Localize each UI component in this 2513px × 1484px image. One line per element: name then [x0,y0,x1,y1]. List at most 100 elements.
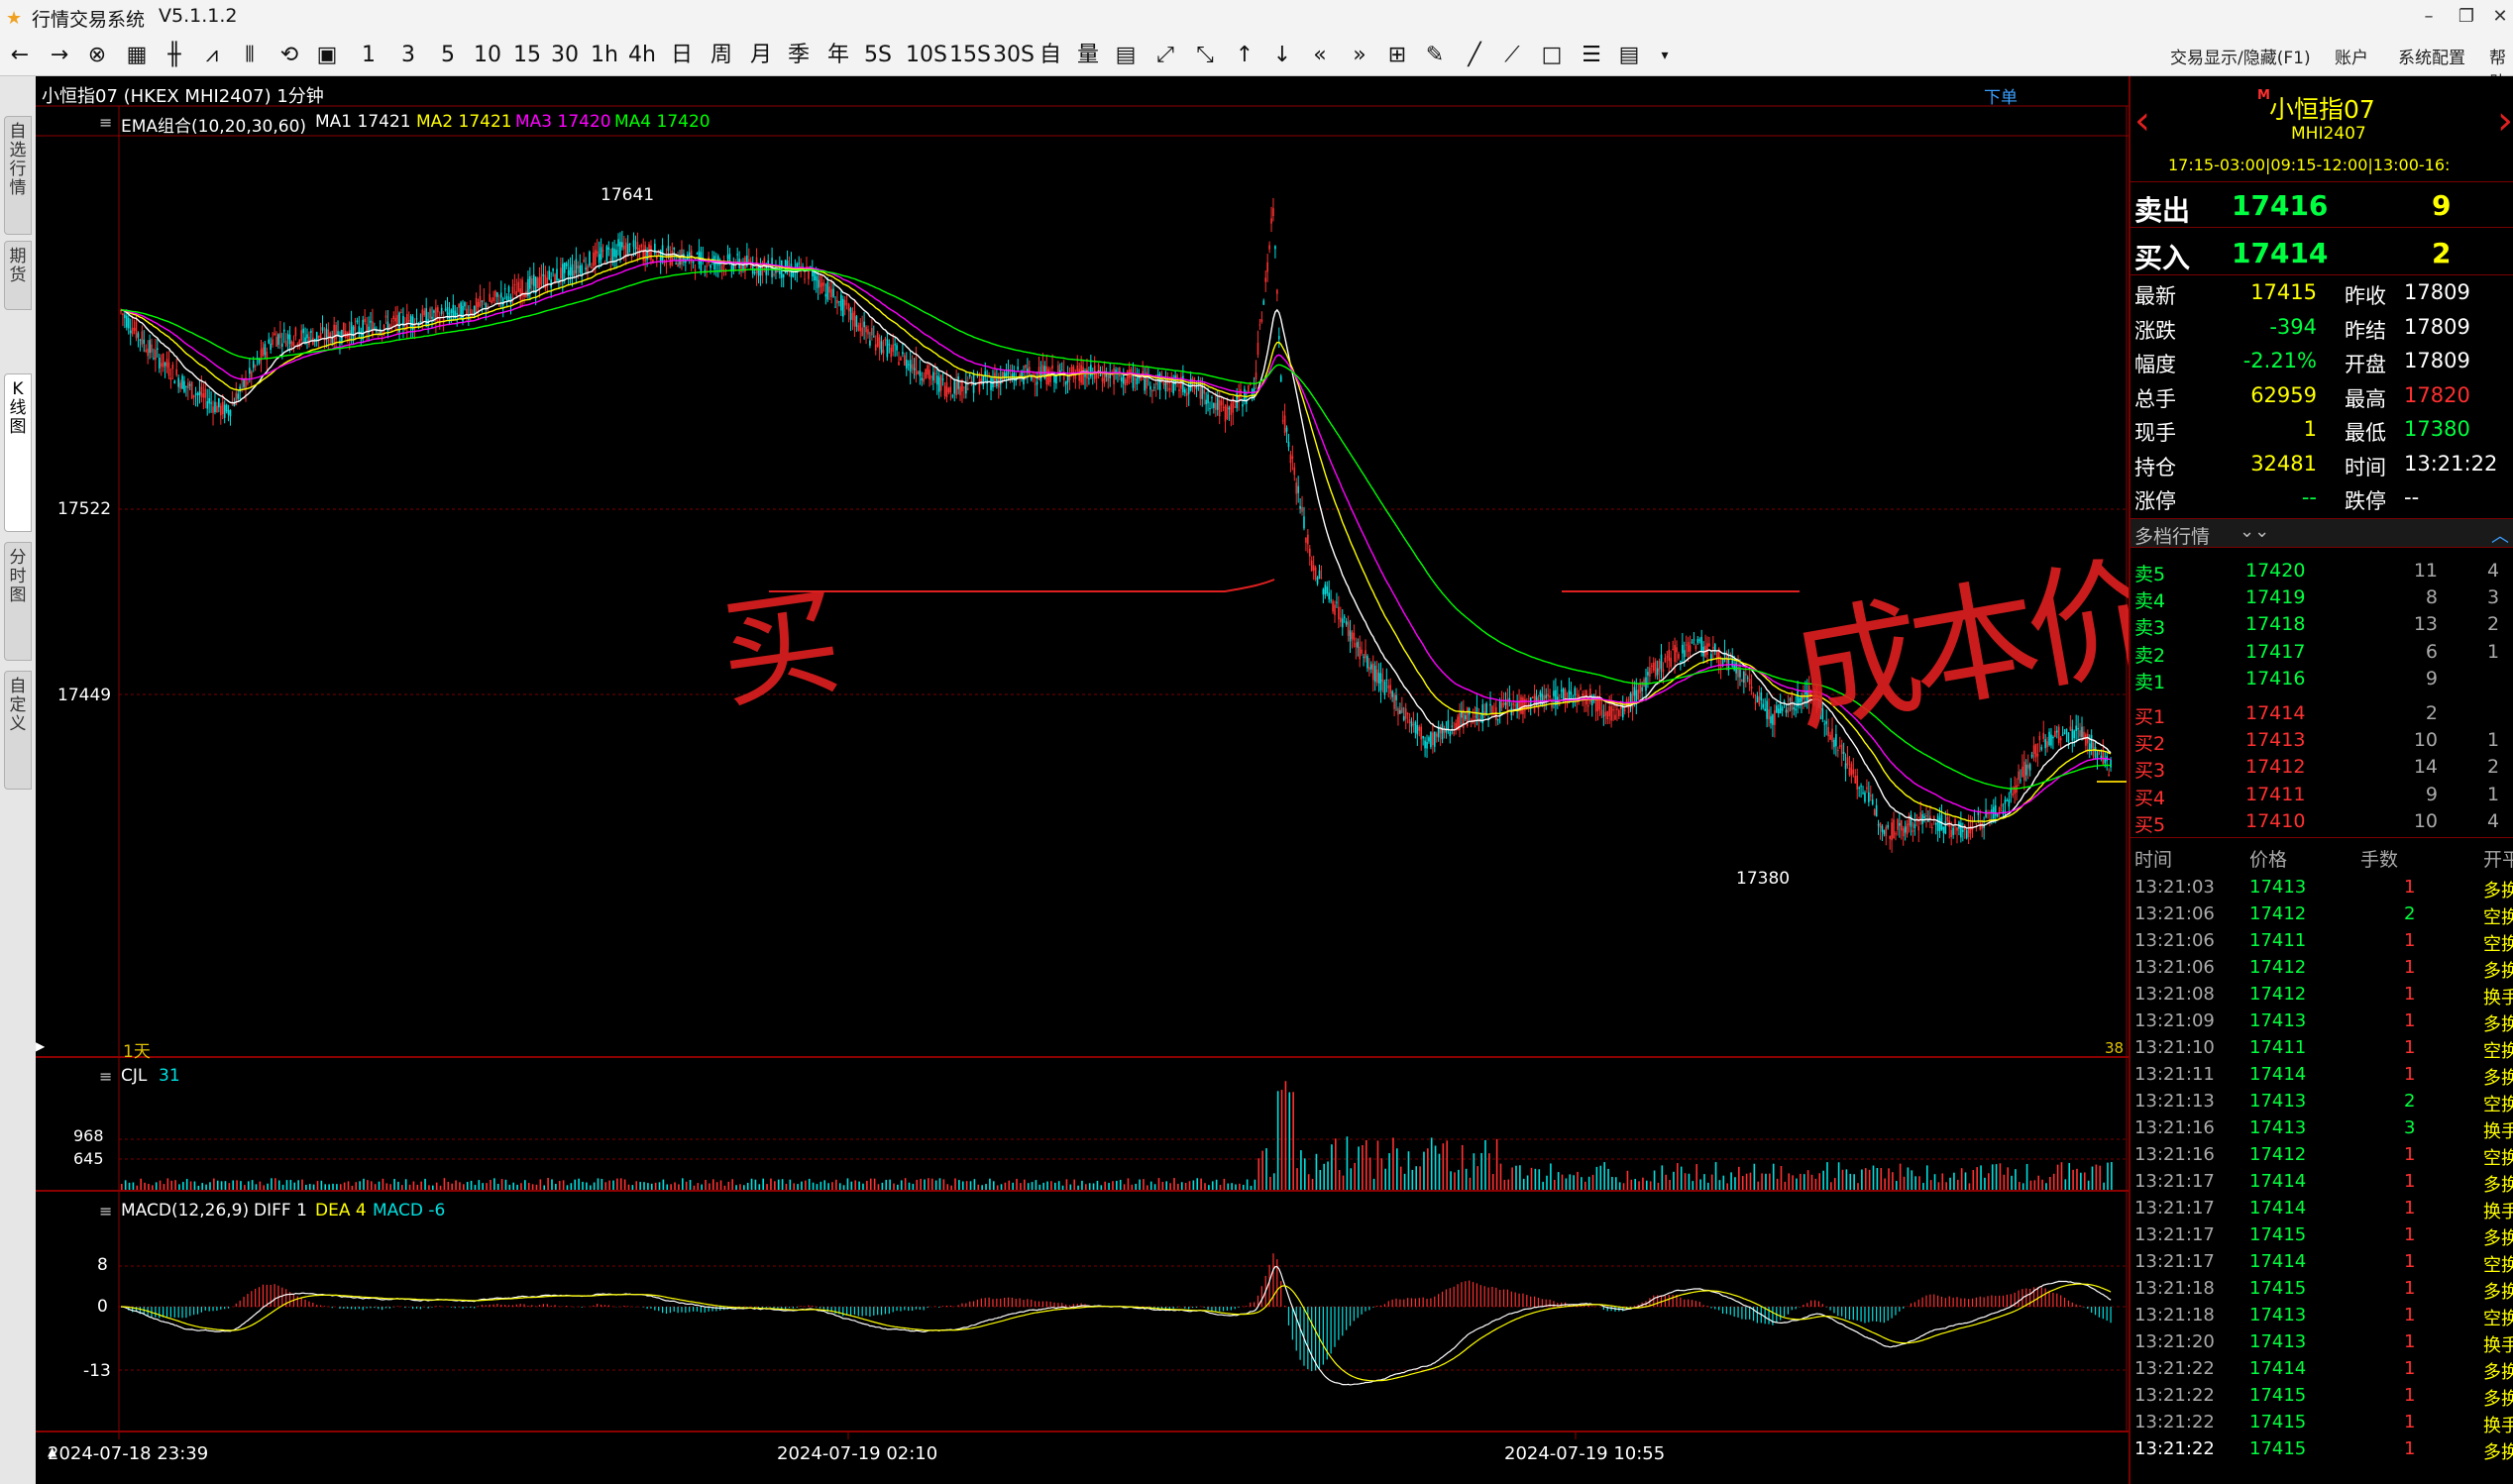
line-chart-icon[interactable]: ⩘ [200,40,224,71]
candle-body [1643,679,1645,688]
quote-icon[interactable]: ⊗ [85,40,109,71]
volume-bar [1430,1137,1433,1190]
candle-body [617,239,619,247]
macd-menu-icon[interactable]: ≡ [99,1202,112,1220]
cjl-label: CJL [121,1066,148,1086]
minimize-icon[interactable]: – [2414,3,2444,31]
depth-collapse-icon[interactable]: ⌄⌄ [2240,521,2269,542]
sell-price[interactable]: 17416 [2232,189,2328,222]
depth-price[interactable]: 17414 [2245,702,2305,724]
indicator-volume[interactable]: 量 [1076,40,1100,71]
more-dropdown-icon[interactable]: ▾ [1653,40,1677,71]
period-1m[interactable]: 1 [357,40,381,71]
candle-body [327,329,330,343]
arrow-up-icon[interactable]: ↑ [1233,40,1256,71]
period-day[interactable]: 日 [670,40,694,71]
period-30m[interactable]: 30 [551,40,579,71]
candle-body [1299,505,1301,509]
period-10s[interactable]: 10S [906,40,947,71]
period-15s[interactable]: 15S [949,40,991,71]
scroll-right-icon[interactable]: » [1348,40,1371,71]
toggle-trade-button[interactable]: 交易显示/隐藏(F1) [2170,44,2311,68]
candle-body [671,251,674,265]
tab-custom[interactable]: 自定义 [4,671,32,790]
system-config-button[interactable]: 系统配置 [2398,44,2465,68]
depth-price[interactable]: 17416 [2245,668,2305,689]
restore-icon[interactable]: ❐ [2452,3,2481,31]
period-4h[interactable]: 4h [628,40,656,71]
account-button[interactable]: 账户 [2335,44,2368,68]
period-15m[interactable]: 15 [513,40,541,71]
tab-watchlist[interactable]: 自选行情 [4,116,32,235]
period-month[interactable]: 月 [749,40,773,71]
candlestick-icon[interactable]: ╫ [163,40,186,71]
depth-price[interactable]: 17417 [2245,641,2305,663]
depth-toggle-icon[interactable]: ︿ [2491,522,2509,548]
volume-bar [2080,1172,2082,1190]
depth-price[interactable]: 17412 [2245,756,2305,778]
depth-header[interactable]: 多档行情 ⌄⌄ ︿ [2131,518,2513,548]
settings-icon[interactable]: ▤ [1617,40,1641,71]
period-quarter[interactable]: 季 [787,40,811,71]
candle-body [1612,708,1614,711]
vol-menu-icon[interactable]: ≡ [99,1067,112,1086]
bar-chart-icon[interactable]: ⫴ [238,40,262,71]
text-tool-icon[interactable]: ☰ [1580,40,1603,71]
volume-bar [930,1178,933,1190]
zoom-out-icon[interactable]: ⤡ [1193,40,1217,71]
refresh-icon[interactable]: ⟲ [277,40,301,71]
period-week[interactable]: 周 [710,40,733,71]
candle-body [1750,686,1753,689]
chart-area[interactable]: 小恒指07 (HKEX MHI2407) 1分钟 下单 ≡ EMA组合(10,2… [36,76,2158,1484]
depth-price[interactable]: 17411 [2245,784,2305,805]
depth-price[interactable]: 17418 [2245,613,2305,635]
arrow-down-icon[interactable]: ↓ [1270,40,1294,71]
rect-tool-icon[interactable]: □ [1540,40,1564,71]
period-10m[interactable]: 10 [474,40,501,71]
close-icon[interactable]: ✕ [2485,3,2513,31]
period-30s[interactable]: 30S [993,40,1035,71]
tab-futures[interactable]: 期货 [4,241,32,310]
prev-symbol-icon[interactable]: ‹ [2134,98,2150,144]
candle-body [446,307,449,315]
depth-price[interactable]: 17413 [2245,729,2305,751]
candle-body [187,382,189,389]
period-custom[interactable]: 自 [1038,40,1062,71]
volume-bar [1434,1145,1437,1190]
candle-body [1693,639,1695,641]
next-symbol-icon[interactable]: › [2497,98,2513,144]
period-year[interactable]: 年 [826,40,850,71]
ray-tool-icon[interactable]: ⟋ [1500,40,1524,71]
volume-bar [1016,1178,1018,1190]
candle-body [1962,829,1964,832]
period-1h[interactable]: 1h [591,40,618,71]
buy-price[interactable]: 17414 [2232,237,2328,269]
zoom-in-icon[interactable]: ⤢ [1153,40,1177,71]
period-5m[interactable]: 5 [436,40,460,71]
back-icon[interactable]: ← [8,40,32,71]
depth-price[interactable]: 17410 [2245,810,2305,832]
expand-arrow-icon[interactable]: ▶ [36,1039,45,1053]
forward-icon[interactable]: → [48,40,71,71]
menu-icon[interactable]: ≡ [99,113,112,132]
tab-timeshare[interactable]: 分时图 [4,542,32,661]
volume-bar [312,1184,315,1190]
depth-price[interactable]: 17419 [2245,586,2305,608]
pen-icon[interactable]: ✎ [1423,40,1447,71]
candle-body [239,386,241,392]
order-link[interactable]: 下单 [1984,83,2018,108]
volume-bar [1929,1180,1932,1190]
volume-bar [1810,1174,1813,1190]
line-tool-icon[interactable]: ╱ [1463,40,1486,71]
candle-body [925,369,927,378]
period-3m[interactable]: 3 [396,40,420,71]
panel-icon[interactable]: ▤ [1114,40,1138,71]
table-icon[interactable]: ▦ [125,40,149,71]
depth-price[interactable]: 17420 [2245,560,2305,582]
tab-kline[interactable]: K线图 [4,373,32,532]
scroll-left-icon[interactable]: « [1308,40,1332,71]
period-5s[interactable]: 5S [864,40,892,71]
save-icon[interactable]: ▣ [315,40,339,71]
grid-icon[interactable]: ⊞ [1385,40,1409,71]
time-axis-3: 2024-07-19 10:55 [1504,1443,1666,1464]
